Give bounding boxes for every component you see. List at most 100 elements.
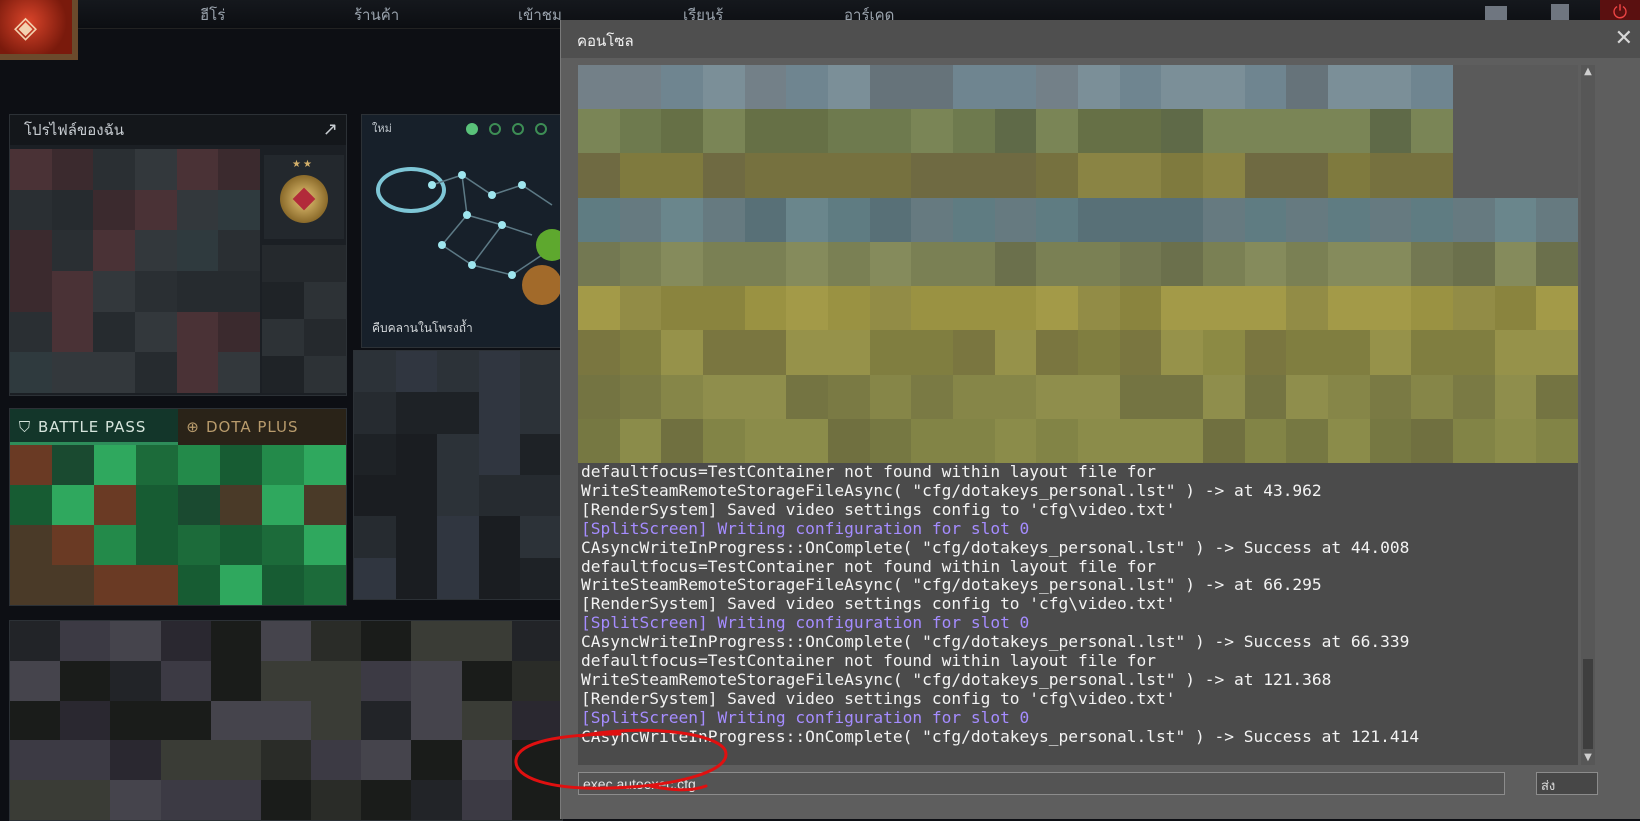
blur-tile	[744, 197, 787, 242]
mosaic-tile	[218, 271, 260, 312]
blur-tile	[953, 330, 995, 375]
mosaic-tile	[10, 230, 52, 271]
blur-tile	[703, 153, 745, 198]
blur-tile	[1036, 418, 1078, 463]
blur-tile	[953, 418, 995, 463]
console-command-input[interactable]	[578, 772, 1505, 795]
blur-tile	[1494, 241, 1537, 287]
mosaic-tile	[437, 474, 479, 517]
profile-header: โปรไฟล์ของฉัน	[10, 115, 346, 145]
carousel-dot-3[interactable]	[512, 123, 524, 135]
blur-tile	[869, 153, 912, 198]
mosaic-tile	[110, 780, 161, 820]
scroll-thumb[interactable]	[1583, 659, 1593, 749]
console-log-line: [SplitScreen] Writing configuration for …	[581, 518, 1030, 538]
console-window: คอนโซล ✕ defaultfocus=TestContainer not …	[560, 20, 1640, 819]
blur-tile	[1203, 109, 1245, 154]
blur-tile	[1119, 197, 1162, 242]
mosaic-tile	[94, 445, 136, 485]
expand-arrow-icon[interactable]: ↗	[323, 119, 338, 140]
mosaic-tile	[110, 621, 161, 661]
mosaic-tile	[52, 565, 94, 605]
scroll-up-icon[interactable]: ▲	[1581, 65, 1595, 79]
mosaic-tile	[354, 392, 396, 434]
blur-tile	[1286, 109, 1328, 154]
mosaic-tile	[520, 433, 562, 475]
blur-tile	[828, 241, 870, 287]
blur-tile	[994, 109, 1037, 154]
mosaic-tile	[478, 433, 521, 475]
mosaic-tile	[60, 660, 111, 701]
blur-tile	[1036, 374, 1078, 419]
blur-tile	[1328, 65, 1370, 110]
blur-tile	[869, 109, 912, 154]
tab-dota-plus[interactable]: ⊕ DOTA PLUS	[178, 409, 346, 445]
blur-tile	[744, 374, 787, 419]
blur-tile	[1411, 286, 1453, 331]
mosaic-tile	[437, 433, 479, 475]
blur-tile	[1369, 374, 1412, 419]
console-output[interactable]: defaultfocus=TestContainer not found wit…	[578, 65, 1578, 765]
blur-tile	[911, 153, 953, 198]
blur-tile	[1286, 197, 1328, 242]
blur-tile	[1494, 65, 1537, 110]
mosaic-tile	[478, 557, 521, 599]
news-carousel[interactable]: ใหม่ คืบคลานในโพรงถ้ำ	[361, 114, 563, 348]
blur-tile	[994, 418, 1037, 463]
mosaic-tile	[94, 525, 136, 565]
blur-tile	[786, 197, 828, 242]
mosaic-tile	[361, 660, 412, 701]
blur-tile	[1119, 330, 1162, 375]
mosaic-tile	[218, 311, 260, 353]
mosaic-tile	[478, 474, 521, 517]
mosaic-tile	[304, 525, 346, 565]
mosaic-tile	[51, 271, 94, 312]
blur-tile	[1244, 330, 1287, 375]
blur-tile	[1203, 286, 1245, 331]
carousel-dot-2[interactable]	[489, 123, 501, 135]
blur-tile	[869, 418, 912, 463]
mosaic-tile	[461, 660, 512, 701]
mosaic-tile	[220, 525, 262, 565]
rank-stars: ★★	[292, 159, 314, 170]
blur-tile	[828, 374, 870, 419]
mosaic-tile	[51, 311, 94, 353]
blur-tile	[953, 241, 995, 287]
close-icon[interactable]: ✕	[1615, 26, 1633, 51]
console-log-line: [RenderSystem] Saved video settings conf…	[581, 594, 1176, 614]
blur-tile	[1369, 241, 1412, 287]
scroll-down-icon[interactable]: ▼	[1581, 751, 1595, 765]
mosaic-tile	[262, 565, 304, 605]
mosaic-tile	[218, 230, 260, 271]
battle-pass-panel[interactable]: ⛉ BATTLE PASS ⊕ DOTA PLUS	[9, 408, 347, 606]
carousel-dot-4[interactable]	[535, 123, 547, 135]
mosaic-tile	[176, 149, 219, 190]
blur-tile	[1036, 197, 1078, 242]
blur-tile	[1203, 374, 1245, 419]
nav-watch[interactable]: เข้าชม	[518, 3, 562, 27]
friends-panel[interactable]	[9, 620, 563, 821]
mosaic-tile	[178, 565, 220, 605]
mosaic-tile	[160, 660, 211, 701]
mosaic-tile	[160, 700, 211, 741]
blur-tile	[911, 374, 953, 419]
tab-battle-pass[interactable]: ⛉ BATTLE PASS	[10, 409, 178, 445]
featured-panel[interactable]	[353, 350, 563, 600]
nav-heroes[interactable]: ฮีโร่	[200, 3, 225, 27]
mosaic-tile	[311, 780, 362, 820]
blur-tile	[1203, 418, 1245, 463]
blur-tile	[1286, 286, 1328, 331]
dota-logo[interactable]: ◈	[0, 0, 78, 60]
nav-store[interactable]: ร้านค้า	[354, 3, 399, 27]
blur-tile	[786, 418, 828, 463]
my-profile-panel[interactable]: โปรไฟล์ของฉัน ↗ ★★	[9, 114, 347, 396]
console-scrollbar[interactable]: ▲ ▼	[1581, 65, 1595, 765]
blur-tile	[1036, 109, 1078, 154]
console-titlebar[interactable]: คอนโซล ✕	[561, 20, 1640, 58]
mosaic-tile	[136, 525, 178, 565]
console-log-line: CAsyncWriteInProgress::OnComplete( "cfg/…	[581, 726, 1420, 746]
carousel-dot-1[interactable]	[466, 123, 478, 135]
blur-tile	[1536, 65, 1578, 110]
console-log-line: [RenderSystem] Saved video settings conf…	[581, 688, 1176, 708]
submit-button[interactable]: ส่ง	[1536, 772, 1598, 795]
